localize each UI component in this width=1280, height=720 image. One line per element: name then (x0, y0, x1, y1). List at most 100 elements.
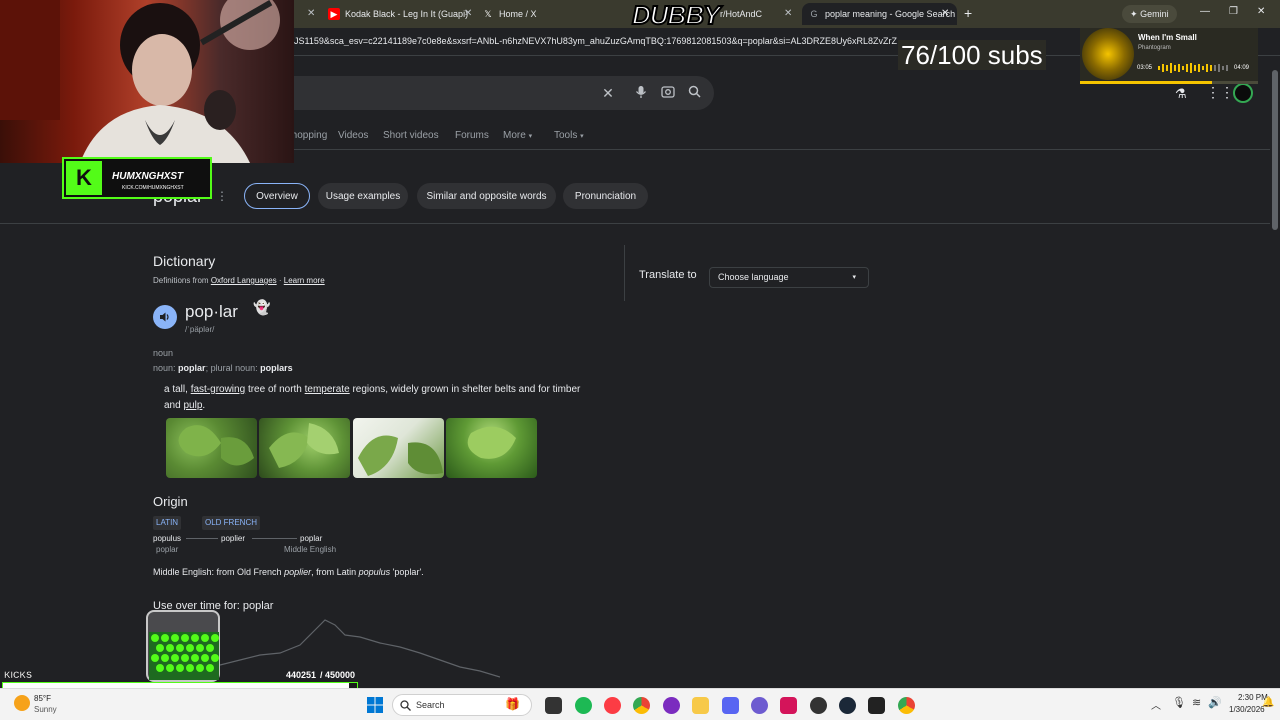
origin-tag-old-french[interactable]: OLD FRENCH (202, 516, 261, 530)
obs-icon[interactable] (751, 697, 768, 714)
github-icon[interactable] (810, 697, 827, 714)
close-tab-icon[interactable]: ✕ (307, 8, 315, 19)
clock-date[interactable]: 1/30/2026 (1229, 705, 1265, 714)
tab-reddit[interactable]: r/HotAndC (720, 3, 790, 25)
track-progress-bar (1080, 81, 1258, 84)
chrome-icon[interactable] (633, 697, 650, 714)
weather-desc[interactable]: Sunny (34, 705, 57, 714)
search-icon[interactable] (686, 85, 702, 101)
search-highlight-icon: 🎁 (505, 697, 520, 711)
etym-part: 'poplar'. (392, 567, 424, 577)
notification-bell-icon[interactable]: 🔔 (1262, 697, 1274, 708)
origin-tag-latin[interactable]: LATIN (153, 516, 182, 530)
new-tab-button[interactable]: + (964, 5, 972, 21)
origin-word: poplar (300, 534, 323, 543)
forms-prefix: noun: (153, 363, 176, 373)
kicks-count: 440251 (286, 670, 317, 680)
phonetic: /ˈpäplər/ (185, 325, 215, 334)
origin-sub: poplar (156, 545, 179, 554)
close-tab-icon[interactable]: ✕ (784, 8, 792, 19)
terminal-icon[interactable] (868, 697, 885, 714)
now-playing-widget: When I'm Small Phantogram 03:05 04:09 (1080, 28, 1258, 82)
language-select[interactable]: Choose language ▾ (709, 267, 869, 288)
taskbar-search[interactable]: Search 🎁 (392, 694, 532, 716)
tab-home-x[interactable]: 𝕏 Home / X (482, 3, 622, 25)
chip-overview[interactable]: Overview (244, 183, 310, 209)
poplar-image[interactable] (446, 418, 537, 478)
microphone-icon[interactable] (633, 85, 649, 101)
chrome-active-icon[interactable] (898, 697, 915, 714)
spotify-icon[interactable] (575, 697, 592, 714)
webcam-feed (0, 0, 294, 163)
chip-similar-opposite[interactable]: Similar and opposite words (417, 183, 556, 209)
itunes-icon[interactable] (604, 697, 621, 714)
chip-usage-examples[interactable]: Usage examples (318, 183, 408, 209)
file-explorer-icon[interactable] (692, 697, 709, 714)
part-of-speech: noun (153, 348, 174, 358)
tab-label: poplar meaning - Google Search (825, 9, 956, 19)
etym-part: , from Latin (311, 567, 357, 577)
tab-more[interactable]: More ▾ (503, 130, 532, 141)
poplar-image[interactable] (259, 418, 350, 478)
labs-flask-icon[interactable]: ⚗ (1175, 86, 1187, 102)
tray-overflow-icon[interactable]: ︿ (1151, 697, 1161, 712)
close-window-icon[interactable]: ✕ (1257, 6, 1265, 17)
tab-short-videos[interactable]: Short videos (383, 130, 439, 141)
learn-more-link[interactable]: Learn more (284, 276, 325, 285)
page-scrollbar[interactable] (1270, 60, 1280, 688)
translate-label: Translate to (639, 269, 697, 281)
maximize-icon[interactable]: ❐ (1229, 6, 1238, 17)
streamer-url: KICK.COM/HUMXNGHXST (122, 185, 184, 191)
microphone-icon[interactable]: 🎙 (1172, 696, 1186, 709)
definition-text: a tall, fast-growing tree of north tempe… (164, 382, 594, 414)
steam-icon[interactable] (839, 697, 856, 714)
headword: pop·lar (185, 302, 238, 321)
gemini-icon: ✦ (1130, 9, 1138, 19)
discord-icon[interactable] (722, 697, 739, 714)
play-pronunciation-button[interactable] (153, 305, 177, 329)
oxford-languages-link[interactable]: Oxford Languages (211, 276, 277, 285)
tab-forums[interactable]: Forums (455, 130, 489, 141)
fast-growing-link[interactable]: fast-growing (191, 384, 245, 395)
def-part: regions, widely grown in shelter belts a… (352, 384, 550, 395)
lens-icon[interactable] (660, 85, 676, 101)
scroll-thumb[interactable] (1272, 70, 1278, 230)
tab-videos[interactable]: Videos (338, 130, 368, 141)
app-icon[interactable] (780, 697, 797, 714)
close-tab-icon[interactable]: ✕ (941, 8, 949, 19)
tab-kodak-black[interactable]: ▶ Kodak Black - Leg In It (Guapi) (328, 3, 478, 25)
track-total: 04:09 (1234, 65, 1250, 71)
weather-temp[interactable]: 85°F (34, 694, 51, 703)
task-view-icon[interactable] (545, 697, 562, 714)
wifi-icon[interactable]: ≋ (1192, 696, 1201, 709)
etym-part: poplier (284, 567, 312, 577)
poplar-image[interactable] (166, 418, 257, 478)
clear-search-icon[interactable]: ✕ (600, 85, 616, 101)
gemini-button[interactable]: ✦ Gemini (1122, 5, 1177, 23)
def-part: a tall, (164, 384, 188, 395)
tab-poplar-search[interactable]: G poplar meaning - Google Search (802, 3, 957, 25)
temperate-link[interactable]: temperate (305, 384, 350, 395)
chip-pronunciation[interactable]: Pronunciation (563, 183, 648, 209)
google-icon: G (810, 9, 818, 19)
taskbar-search-placeholder: Search (416, 700, 445, 710)
tab-label: Kodak Black - Leg In It (Guapi) (345, 9, 469, 19)
poplar-image[interactable] (353, 418, 444, 478)
tab-tools[interactable]: Tools ▾ (554, 130, 584, 141)
tor-icon[interactable] (663, 697, 680, 714)
more-options-icon[interactable]: ⋮ (216, 189, 228, 203)
dubby-logo: DUBBY (631, 0, 721, 31)
windows-start-icon[interactable] (367, 697, 383, 713)
close-tab-icon[interactable]: ✕ (464, 8, 472, 19)
search-input[interactable]: ✕ (240, 76, 714, 110)
weather-sun-icon (14, 695, 30, 711)
pulp-link[interactable]: pulp (183, 400, 202, 411)
minimize-icon[interactable]: — (1200, 6, 1210, 17)
origin-connector (186, 538, 218, 539)
track-title: When I'm Small (1138, 33, 1197, 42)
forms-word: poplar (178, 363, 206, 373)
volume-icon[interactable]: 🔊 (1208, 696, 1222, 709)
album-art (1082, 28, 1134, 80)
panel-divider (624, 245, 625, 301)
account-avatar[interactable] (1233, 83, 1253, 103)
